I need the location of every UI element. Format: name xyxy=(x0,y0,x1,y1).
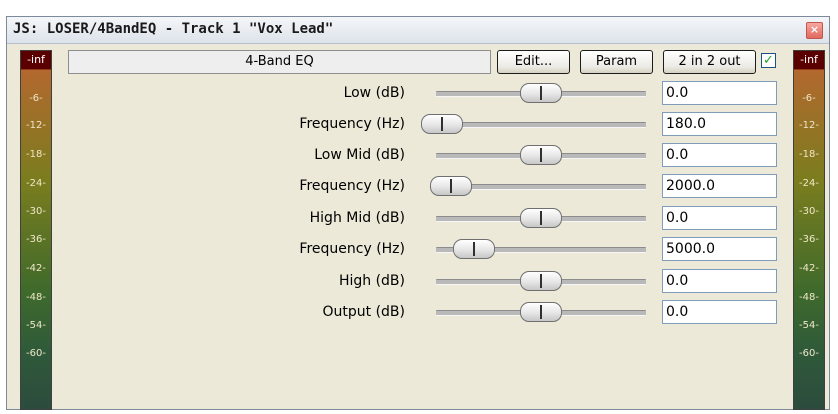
enable-checkbox[interactable]: ✓ xyxy=(761,53,776,68)
parameter-row: Frequency (Hz) 5000.0 xyxy=(7,237,827,261)
slider-thumb[interactable] xyxy=(421,114,464,134)
parameter-label: Frequency (Hz) xyxy=(299,116,405,132)
thumb-grip-icon xyxy=(540,148,542,162)
parameter-row: High (dB) 0.0 xyxy=(7,269,827,293)
parameter-value-input[interactable]: 0.0 xyxy=(662,81,777,105)
meter-peak-label: -inf xyxy=(794,51,824,69)
slider-thumb[interactable] xyxy=(452,239,495,259)
effect-name-field[interactable]: 4-Band EQ xyxy=(68,50,491,74)
meter-tick: -60- xyxy=(26,348,46,359)
thumb-grip-icon xyxy=(540,211,542,225)
parameter-label: Frequency (Hz) xyxy=(299,178,405,194)
thumb-grip-icon xyxy=(472,242,475,256)
window-title: JS: LOSER/4BandEQ - Track 1 "Vox Lead" xyxy=(13,21,334,37)
parameter-value-input[interactable]: 2000.0 xyxy=(662,174,777,198)
edit-button[interactable]: Edit... xyxy=(497,50,570,74)
slider-thumb[interactable] xyxy=(520,208,562,228)
parameter-label: High Mid (dB) xyxy=(309,210,405,226)
parameter-label: Output (dB) xyxy=(322,304,406,320)
parameter-label: High (dB) xyxy=(338,273,405,289)
parameter-value-input[interactable]: 0.0 xyxy=(662,269,777,293)
parameter-row: High Mid (dB) 0.0 xyxy=(7,206,827,230)
plugin-window: JS: LOSER/4BandEQ - Track 1 "Vox Lead" ×… xyxy=(6,16,830,410)
meter-tick: -60- xyxy=(799,348,819,359)
parameter-row: Low Mid (dB) 0.0 xyxy=(7,143,827,167)
title-bar[interactable]: JS: LOSER/4BandEQ - Track 1 "Vox Lead" × xyxy=(7,17,829,44)
thumb-grip-icon xyxy=(540,86,542,100)
parameter-label: Frequency (Hz) xyxy=(299,241,405,257)
parameter-value-input[interactable]: 0.0 xyxy=(662,143,777,167)
param-button[interactable]: Param xyxy=(580,50,653,74)
thumb-grip-icon xyxy=(449,179,452,193)
parameter-value-input[interactable]: 0.0 xyxy=(662,206,777,230)
parameter-row: Low (dB) 0.0 xyxy=(7,81,827,105)
thumb-grip-icon xyxy=(441,117,444,131)
slider-thumb[interactable] xyxy=(520,83,562,103)
parameter-value-input[interactable]: 5000.0 xyxy=(662,237,777,261)
slider-thumb[interactable] xyxy=(520,271,562,291)
thumb-grip-icon xyxy=(540,305,542,319)
parameter-row: Frequency (Hz) 2000.0 xyxy=(7,174,827,198)
slider-thumb[interactable] xyxy=(520,302,562,322)
parameter-slider[interactable] xyxy=(436,122,646,128)
parameter-label: Low (dB) xyxy=(343,85,405,101)
close-icon[interactable]: × xyxy=(806,22,823,39)
plugin-body: -inf -6- -12- -18- -24- -30- -36- -42- -… xyxy=(7,44,829,410)
slider-thumb[interactable] xyxy=(429,176,472,196)
parameter-value-input[interactable]: 180.0 xyxy=(662,112,777,136)
parameter-row: Frequency (Hz) 180.0 xyxy=(7,112,827,136)
meter-peak-label: -inf xyxy=(21,51,51,69)
parameter-label: Low Mid (dB) xyxy=(314,147,405,163)
parameter-value-input[interactable]: 0.0 xyxy=(662,300,777,324)
parameter-row: Output (dB) 0.0 xyxy=(7,300,827,324)
io-routing-button[interactable]: 2 in 2 out xyxy=(663,50,756,74)
thumb-grip-icon xyxy=(540,274,542,288)
slider-thumb[interactable] xyxy=(520,145,562,165)
